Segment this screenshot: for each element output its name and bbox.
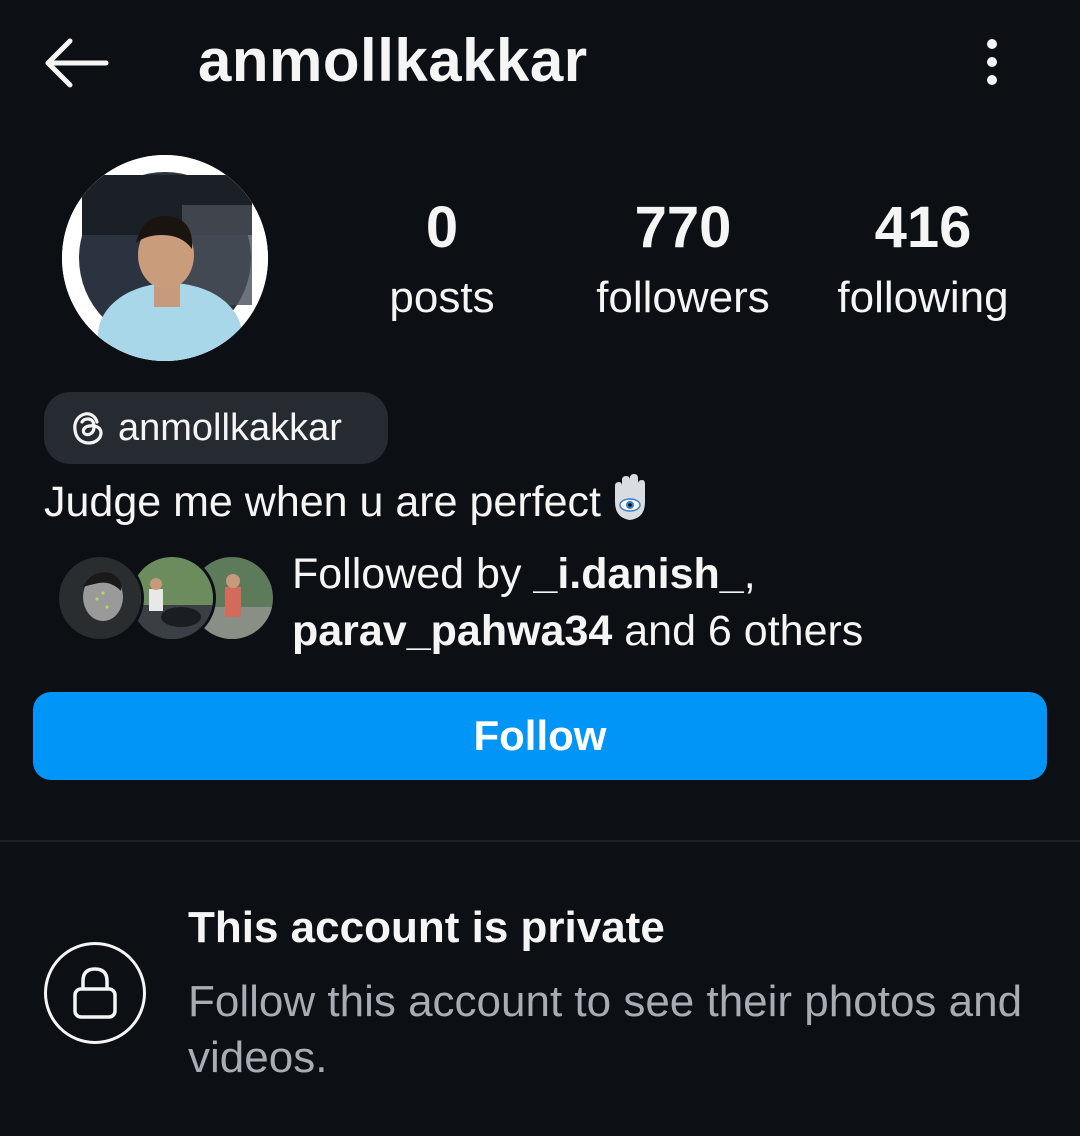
posts-stat: 0 posts bbox=[372, 192, 512, 326]
posts-count: 0 bbox=[425, 195, 459, 260]
bio-text: Judge me when u are perfect bbox=[44, 478, 601, 526]
threads-icon bbox=[73, 412, 103, 445]
lock-icon bbox=[73, 967, 117, 1019]
follow-button[interactable]: Follow bbox=[33, 692, 1047, 780]
threads-handle: anmollkakkar bbox=[118, 406, 342, 449]
mutual-follower-name[interactable]: _i.danish_ bbox=[533, 550, 743, 598]
section-divider bbox=[0, 840, 1080, 842]
followers-stat[interactable]: 770 followers bbox=[574, 192, 792, 326]
profile-username: anmollkakkar bbox=[198, 27, 588, 94]
lock-badge bbox=[44, 942, 146, 1044]
following-count: 416 bbox=[874, 195, 972, 260]
back-button[interactable] bbox=[38, 28, 118, 98]
following-stat[interactable]: 416 following bbox=[816, 192, 1030, 326]
followed-by-prefix: Followed by bbox=[292, 550, 534, 598]
private-account-title: This account is private bbox=[188, 903, 665, 952]
followers-count: 770 bbox=[634, 195, 732, 260]
followers-label: followers bbox=[596, 273, 770, 322]
followed-by-suffix: and 6 others bbox=[612, 607, 864, 655]
arrow-left-icon bbox=[45, 38, 109, 88]
following-label: following bbox=[837, 273, 1009, 322]
followed-by-separator: , bbox=[743, 550, 756, 598]
more-vertical-icon bbox=[987, 39, 997, 85]
more-options-button[interactable] bbox=[970, 30, 1014, 94]
profile-avatar[interactable] bbox=[62, 155, 268, 361]
mutual-follower-avatar[interactable] bbox=[56, 554, 144, 642]
threads-profile-chip[interactable]: anmollkakkar bbox=[44, 392, 388, 464]
mutual-follower-name[interactable]: parav_pahwa34 bbox=[292, 607, 612, 655]
hamsa-icon bbox=[605, 472, 655, 538]
private-account-subtitle: Follow this account to see their photos … bbox=[188, 977, 1023, 1082]
profile-bio: Judge me when u are perfect bbox=[44, 472, 655, 538]
posts-label: posts bbox=[389, 273, 495, 322]
followed-by-text[interactable]: Followed by _i.danish_, parav_pahwa34 an… bbox=[292, 546, 1052, 660]
